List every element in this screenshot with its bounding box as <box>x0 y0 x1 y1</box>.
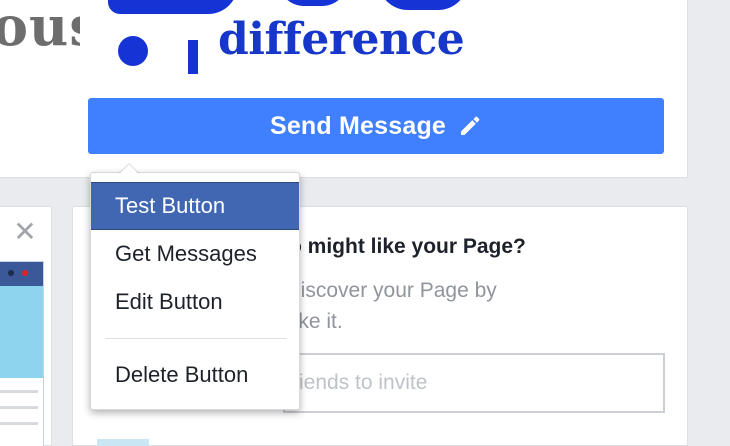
preview-dot <box>8 270 14 276</box>
preview-line <box>0 422 38 425</box>
preview-body <box>0 286 43 378</box>
preview-nav-bar <box>0 262 43 286</box>
pencil-icon <box>458 114 482 138</box>
menu-item-test-button[interactable]: Test Button <box>91 182 299 230</box>
preview-line <box>0 406 38 409</box>
page-preview-thumbnail <box>0 261 44 446</box>
cover-graphic-shape <box>378 0 468 10</box>
cover-graphic-shape <box>108 0 238 14</box>
close-icon[interactable]: ✕ <box>12 218 38 246</box>
cover-photo-left: ous <box>0 0 80 70</box>
menu-divider <box>105 338 287 339</box>
cover-graphic-stem <box>188 40 198 74</box>
invite-friends-input[interactable]: iends to invite <box>283 353 665 413</box>
invite-title: o might like your Page? <box>289 235 526 258</box>
invite-description-line: like it. <box>289 310 343 333</box>
page-preview-card: ✕ <box>0 206 52 446</box>
menu-item-delete-button[interactable]: Delete Button <box>91 351 299 399</box>
page-header-card: ous difference Send Message <box>0 0 688 178</box>
button-options-menu: Test Button Get Messages Edit Button Del… <box>90 163 300 410</box>
invite-description: discover your Page by like it. <box>289 275 589 337</box>
friend-avatar <box>97 439 149 446</box>
cover-graphic-shape <box>278 0 348 6</box>
preview-line <box>0 390 38 393</box>
send-message-button[interactable]: Send Message <box>88 98 664 154</box>
cover-partial-text: ous <box>0 0 80 58</box>
send-message-label: Send Message <box>269 111 447 140</box>
menu-item-edit-button[interactable]: Edit Button <box>91 278 299 326</box>
cover-word: difference <box>218 14 465 65</box>
preview-dot <box>22 270 28 276</box>
cover-photo[interactable]: difference <box>88 0 664 74</box>
invite-description-line: discover your Page by <box>289 279 497 302</box>
menu-caret <box>119 163 139 173</box>
cover-graphic-dot <box>118 36 148 66</box>
menu-item-get-messages[interactable]: Get Messages <box>91 230 299 278</box>
